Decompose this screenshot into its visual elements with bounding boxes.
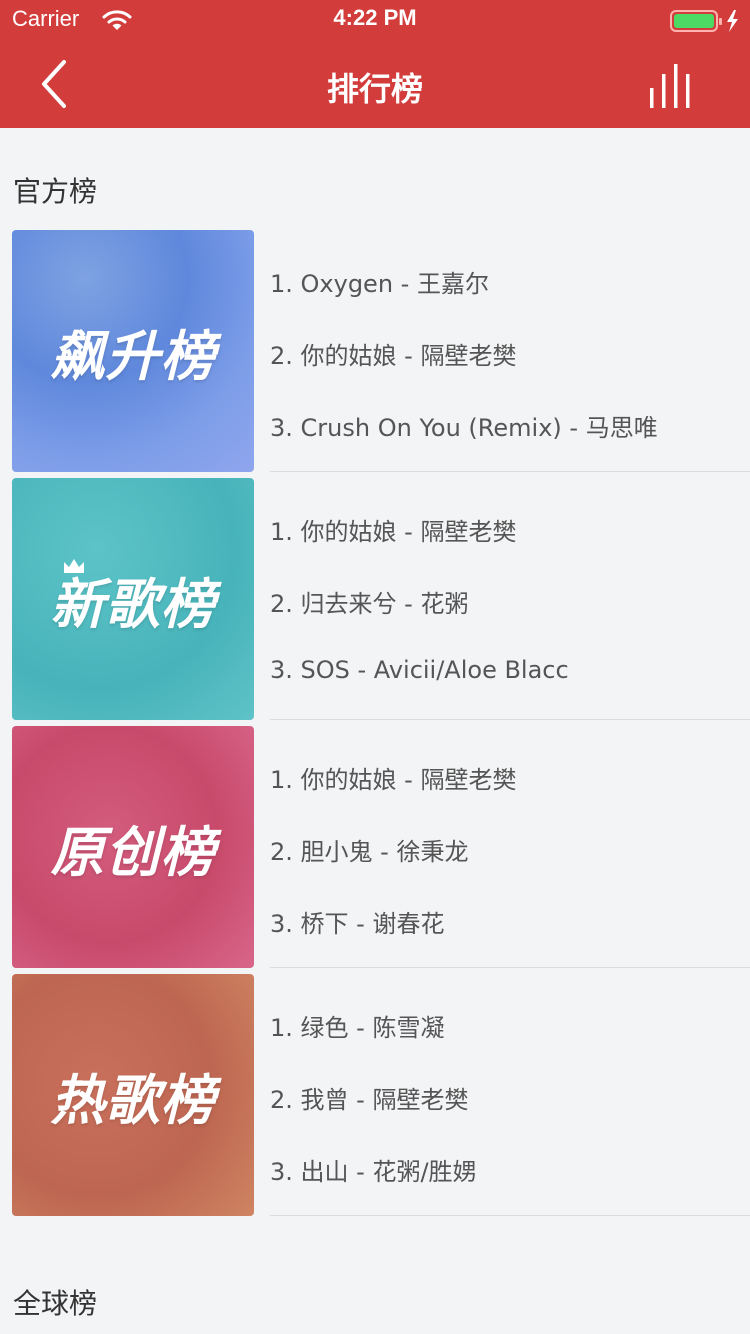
divider	[270, 1215, 750, 1216]
equalizer-bars-icon[interactable]	[640, 60, 704, 114]
status-bar: Carrier 4:22 PM	[0, 0, 750, 40]
chart-cover[interactable]: 热歌榜	[12, 974, 254, 1216]
chart-cover-title: 原创榜	[50, 821, 216, 884]
chart-song: 1. 绿色 - 陈雪凝	[270, 1014, 445, 1042]
chart-song: 1. 你的姑娘 - 隔壁老樊	[270, 518, 517, 546]
chart-cover[interactable]: 原创榜	[12, 726, 254, 968]
chart-song: 1. Oxygen - 王嘉尔	[270, 270, 489, 298]
chart-song: 2. 我曾 - 隔壁老樊	[270, 1086, 469, 1114]
chart-song: 3. 桥下 - 谢春花	[270, 910, 445, 938]
battery-icon	[670, 10, 738, 32]
chart-row-original[interactable]: 原创榜 1. 你的姑娘 - 隔壁老樊 2. 胆小鬼 - 徐秉龙 3. 桥下 - …	[0, 726, 750, 968]
chart-cover-title: 飙升榜	[50, 325, 216, 388]
divider	[270, 719, 750, 720]
chart-row-hot[interactable]: 热歌榜 1. 绿色 - 陈雪凝 2. 我曾 - 隔壁老樊 3. 出山 - 花粥/…	[0, 974, 750, 1216]
page-title: 排行榜	[326, 70, 423, 108]
chart-song: 2. 归去来兮 - 花粥	[270, 590, 469, 618]
chart-song: 1. 你的姑娘 - 隔壁老樊	[270, 766, 517, 794]
divider	[270, 967, 750, 968]
section-title-official: 官方榜	[13, 175, 98, 208]
chart-cover-title: 热歌榜	[50, 1069, 216, 1132]
chart-song: 3. Crush On You (Remix) - 马思唯	[270, 414, 658, 442]
chart-cover[interactable]: 新歌榜	[12, 478, 254, 720]
nav-bar: 排行榜	[0, 40, 750, 128]
chart-cover-title: 新歌榜	[50, 573, 216, 636]
chart-song: 2. 胆小鬼 - 徐秉龙	[270, 838, 469, 866]
status-time: 4:22 PM	[333, 5, 417, 30]
chart-row-soaring[interactable]: 飙升榜 1. Oxygen - 王嘉尔 2. 你的姑娘 - 隔壁老樊 3. Cr…	[0, 230, 750, 472]
chart-cover[interactable]: 飙升榜	[12, 230, 254, 472]
chart-song: 2. 你的姑娘 - 隔壁老樊	[270, 342, 517, 370]
divider	[270, 471, 750, 472]
header: Carrier 4:22 PM 排行榜	[0, 0, 750, 128]
chart-song: 3. 出山 - 花粥/胜娚	[270, 1158, 477, 1186]
section-title-global: 全球榜	[13, 1287, 98, 1320]
chart-song: 3. SOS - Avicii/Aloe Blacc	[270, 656, 569, 684]
chart-row-new[interactable]: 新歌榜 1. 你的姑娘 - 隔壁老樊 2. 归去来兮 - 花粥 3. SOS -…	[0, 478, 750, 720]
